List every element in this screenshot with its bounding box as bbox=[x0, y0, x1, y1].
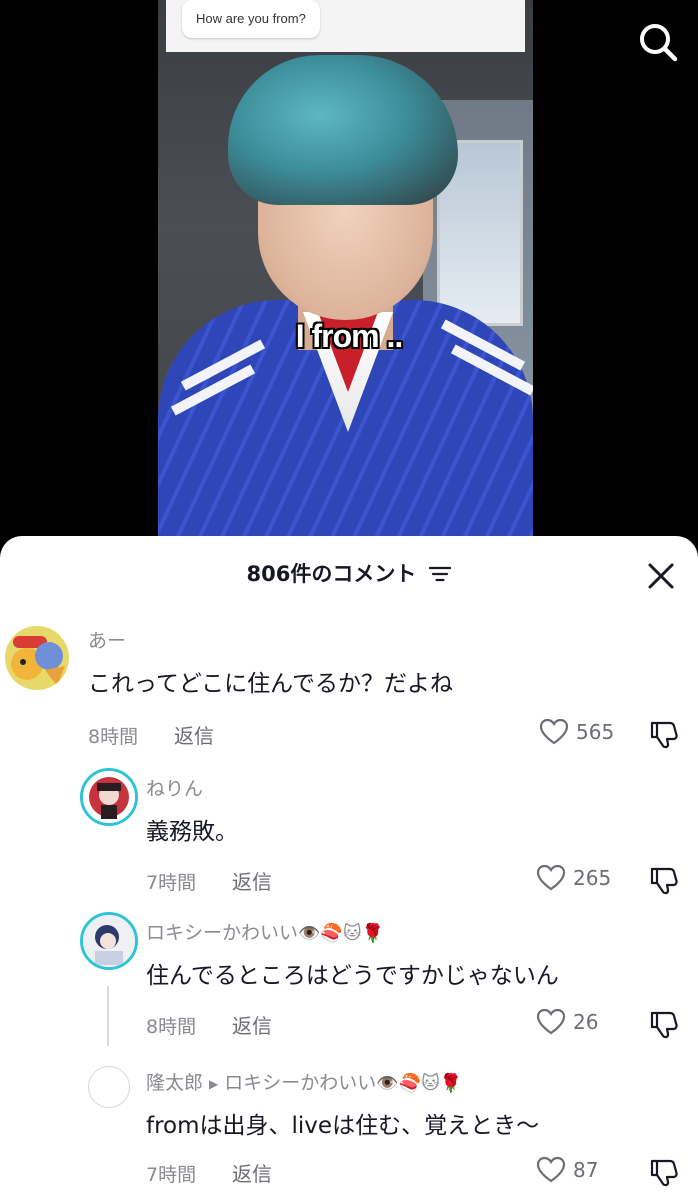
comment-username[interactable]: 隆太郎 ▶ ロキシーかわいい👁️🍣🐱🌹 bbox=[146, 1068, 462, 1095]
comment-username[interactable]: ねりん bbox=[146, 774, 203, 801]
avatar[interactable] bbox=[88, 1066, 130, 1108]
reply-button[interactable]: 返信 bbox=[232, 1010, 272, 1039]
comment-text: これってどこに住んでるか？だよね bbox=[88, 671, 454, 697]
heart-icon bbox=[536, 864, 566, 891]
question-bubble: How are you from? bbox=[182, 0, 320, 38]
thread-line bbox=[107, 986, 109, 1046]
comments-sheet: 806件のコメント あー これってどこに住んでるか？だよね 8時間 返信 565… bbox=[0, 536, 698, 1200]
dislike-button[interactable] bbox=[648, 1156, 680, 1188]
username-emoji: 👁️🍣🐱🌹 bbox=[376, 1073, 463, 1094]
comment-text: 住んでるところはどうですかじゃないん bbox=[146, 963, 559, 989]
dislike-icon bbox=[650, 721, 678, 749]
heart-icon bbox=[539, 718, 569, 745]
like-count: 565 bbox=[576, 720, 615, 744]
reply-button[interactable]: 返信 bbox=[174, 720, 214, 749]
reply-button[interactable]: 返信 bbox=[232, 1158, 272, 1187]
avatar-image bbox=[5, 626, 69, 690]
avatar-image bbox=[83, 915, 135, 967]
comment-text: 義務敗。 bbox=[146, 819, 238, 845]
hair bbox=[228, 55, 458, 205]
comment-count: 806件のコメント bbox=[246, 562, 417, 586]
username-text: 隆太郎 bbox=[146, 1072, 204, 1094]
video-player[interactable]: How are you from? I from .. bbox=[0, 0, 698, 560]
dislike-button[interactable] bbox=[648, 718, 680, 750]
comment-time: 7時間 bbox=[146, 872, 197, 894]
comment-reply-item: ロキシーかわいい👁️🍣🐱🌹 住んでるところはどうですかじゃないん 8時間 返信 … bbox=[0, 912, 698, 1062]
search-icon bbox=[640, 24, 678, 62]
like-count: 87 bbox=[573, 1158, 599, 1182]
avatar-image bbox=[83, 771, 135, 823]
close-icon bbox=[648, 563, 674, 589]
comment-reply-item: ねりん 義務敗。 7時間 返信 265 bbox=[0, 768, 698, 918]
comment-time: 7時間 bbox=[146, 1164, 197, 1186]
avatar[interactable] bbox=[80, 768, 138, 826]
dislike-icon bbox=[650, 867, 678, 895]
comment-text: fromは出身、liveは住む、覚えとき〜 bbox=[146, 1113, 540, 1139]
comment-time: 8時間 bbox=[146, 1016, 197, 1038]
play-arrow-icon: ▶ bbox=[209, 1076, 219, 1091]
search-button[interactable] bbox=[636, 20, 680, 64]
close-button[interactable] bbox=[646, 561, 676, 591]
username-text: ロキシーかわいい bbox=[146, 922, 299, 944]
filter-icon bbox=[429, 566, 452, 582]
comment-username[interactable]: ロキシーかわいい👁️🍣🐱🌹 bbox=[146, 918, 384, 945]
like-count: 265 bbox=[573, 866, 612, 890]
filter-button[interactable] bbox=[429, 566, 452, 582]
username-emoji: 👁️🍣🐱🌹 bbox=[298, 923, 385, 944]
dislike-button[interactable] bbox=[648, 864, 680, 896]
reply-to-username: ロキシーかわいい bbox=[224, 1072, 377, 1094]
comment-username[interactable]: あー bbox=[88, 626, 126, 653]
video-caption: I from .. bbox=[295, 318, 404, 354]
comments-header: 806件のコメント bbox=[0, 554, 698, 594]
avatar[interactable] bbox=[80, 912, 138, 970]
comment-item: あー これってどこに住んでるか？だよね 8時間 返信 565 bbox=[0, 622, 698, 772]
avatar[interactable] bbox=[5, 626, 69, 690]
comment-reply-item: 隆太郎 ▶ ロキシーかわいい👁️🍣🐱🌹 fromは出身、liveは住む、覚えとき〜 … bbox=[0, 1062, 698, 1200]
video-frame bbox=[158, 0, 533, 560]
dislike-button[interactable] bbox=[648, 1008, 680, 1040]
comment-time: 8時間 bbox=[88, 726, 139, 748]
reply-button[interactable]: 返信 bbox=[232, 866, 272, 895]
heart-icon bbox=[536, 1008, 566, 1035]
heart-icon bbox=[536, 1156, 566, 1183]
dislike-icon bbox=[650, 1159, 678, 1187]
dislike-icon bbox=[650, 1011, 678, 1039]
like-count: 26 bbox=[573, 1010, 599, 1034]
